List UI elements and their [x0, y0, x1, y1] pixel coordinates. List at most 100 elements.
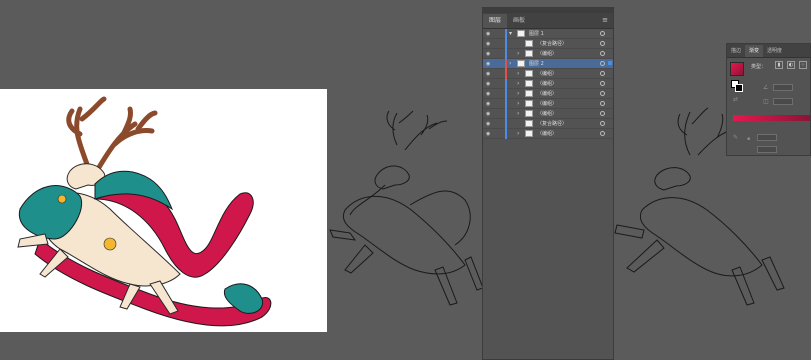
angle-icon: ∠	[763, 84, 769, 91]
layer-thumbnail	[517, 60, 525, 67]
visibility-eye-icon[interactable]: ◉	[486, 61, 490, 67]
layer-name[interactable]: 〈编组〉	[537, 71, 557, 77]
visibility-eye-icon[interactable]: ◉	[486, 121, 490, 127]
layer-row[interactable]: ◉ › 〈编组〉	[483, 69, 613, 79]
aspect-ratio-field[interactable]	[773, 98, 793, 105]
target-circle-icon[interactable]	[600, 91, 605, 96]
layer-color-bar	[505, 29, 507, 39]
outline-deer-middle[interactable]	[325, 105, 485, 335]
layer-name[interactable]: 〈编组〉	[537, 101, 557, 107]
layer-list: ◉ ▾ 图层 1 ◉ 〈复合路径〉 ◉ › 〈编组〉 ◉ › 图层 2 ◉ › 〈编组〉 ◉ › 〈编组〉 ◉ › 〈…	[483, 29, 613, 139]
tab-artboards[interactable]: 画板	[507, 14, 531, 28]
layer-thumbnail	[525, 90, 533, 97]
gradient-slider[interactable]	[733, 115, 810, 121]
layer-row[interactable]: ◉ › 〈编组〉	[483, 89, 613, 99]
target-circle-icon[interactable]	[600, 41, 605, 46]
target-circle-icon[interactable]	[600, 81, 605, 86]
layer-row[interactable]: ◉ › 〈编组〉	[483, 79, 613, 89]
target-circle-icon[interactable]	[600, 61, 605, 66]
gradient-type-label: 类型：	[751, 64, 767, 70]
gradient-panel[interactable]: 描边 渐变 透明度 类型： ▮ ◐ ⁘ ⇄ ∠ ◫ ✎ ▪	[726, 43, 811, 156]
layer-color-bar	[505, 39, 507, 49]
layers-panel[interactable]: 图层 画板 ≡ ◉ ▾ 图层 1 ◉ 〈复合路径〉 ◉ › 〈编组〉 ◉ › 图层 2 ◉ › 〈编组〉 ◉…	[482, 7, 614, 360]
visibility-eye-icon[interactable]: ◉	[486, 81, 490, 87]
radial-gradient-icon[interactable]: ◐	[787, 61, 795, 69]
layer-name[interactable]: 〈编组〉	[537, 51, 557, 57]
layer-thumbnail	[525, 100, 533, 107]
layer-name[interactable]: 图层 2	[529, 61, 544, 67]
layer-name[interactable]: 图层 1	[529, 31, 544, 37]
visibility-eye-icon[interactable]: ◉	[486, 91, 490, 97]
aspect-ratio-icon: ◫	[763, 98, 769, 105]
expand-chevron-icon[interactable]: ›	[517, 90, 519, 98]
target-circle-icon[interactable]	[600, 71, 605, 76]
target-circle-icon[interactable]	[600, 101, 605, 106]
layer-thumbnail	[525, 120, 533, 127]
visibility-eye-icon[interactable]: ◉	[486, 111, 490, 117]
expand-chevron-icon[interactable]: ›	[509, 60, 511, 68]
panel-menu-icon[interactable]: ≡	[602, 16, 608, 24]
opacity-label: ▪	[747, 136, 751, 142]
visibility-eye-icon[interactable]: ◉	[486, 31, 490, 37]
visibility-eye-icon[interactable]: ◉	[486, 131, 490, 137]
layer-color-bar	[505, 119, 507, 129]
tab-stroke[interactable]: 描边	[727, 45, 745, 57]
gradient-panel-tabs: 描边 渐变 透明度	[727, 44, 810, 58]
layer-color-bar	[505, 129, 507, 139]
target-circle-icon[interactable]	[600, 131, 605, 136]
visibility-eye-icon[interactable]: ◉	[486, 101, 490, 107]
tab-layers[interactable]: 图层	[483, 14, 508, 28]
layer-row[interactable]: ◉ › 〈编组〉	[483, 49, 613, 59]
target-circle-icon[interactable]	[600, 111, 605, 116]
layer-row[interactable]: ◉ 〈复合路径〉	[483, 39, 613, 49]
layer-row[interactable]: ◉ › 〈编组〉	[483, 109, 613, 119]
layer-row[interactable]: ◉ › 〈编组〉	[483, 129, 613, 139]
layer-row[interactable]: ◉ 〈复合路径〉	[483, 119, 613, 129]
angle-field[interactable]	[773, 84, 793, 91]
layer-name[interactable]: 〈复合路径〉	[537, 121, 567, 127]
visibility-eye-icon[interactable]: ◉	[486, 51, 490, 57]
location-field[interactable]	[757, 146, 777, 153]
expand-chevron-icon[interactable]: ›	[517, 70, 519, 78]
target-circle-icon[interactable]	[600, 51, 605, 56]
layer-name[interactable]: 〈编组〉	[537, 111, 557, 117]
expand-chevron-icon[interactable]: ›	[517, 100, 519, 108]
tab-transparency[interactable]: 透明度	[763, 45, 786, 57]
tab-gradient[interactable]: 渐变	[745, 45, 764, 57]
layer-name[interactable]: 〈编组〉	[537, 91, 557, 97]
layer-thumbnail	[525, 130, 533, 137]
opacity-field[interactable]	[757, 134, 777, 141]
reverse-gradient-icon[interactable]: ⇄	[733, 96, 738, 103]
expand-chevron-icon[interactable]: ›	[517, 50, 519, 58]
layer-row[interactable]: ◉ › 〈编组〉	[483, 99, 613, 109]
layer-color-bar	[505, 69, 507, 79]
expand-chevron-icon[interactable]: ▾	[509, 30, 512, 38]
layer-name[interactable]: 〈编组〉	[537, 81, 557, 87]
eyedropper-icon[interactable]: ✎	[733, 134, 738, 141]
fill-stroke-icon[interactable]	[731, 80, 743, 92]
layer-color-bar	[505, 49, 507, 59]
expand-chevron-icon[interactable]: ›	[517, 130, 519, 138]
gradient-swatch[interactable]	[730, 62, 744, 76]
layer-name[interactable]: 〈编组〉	[537, 131, 557, 137]
target-circle-icon[interactable]	[600, 121, 605, 126]
layer-row[interactable]: ◉ › 图层 2	[483, 59, 613, 69]
linear-gradient-icon[interactable]: ▮	[775, 61, 783, 69]
layer-color-bar	[505, 59, 507, 69]
expand-chevron-icon[interactable]: ›	[517, 110, 519, 118]
artboard[interactable]	[0, 89, 327, 332]
visibility-eye-icon[interactable]: ◉	[486, 41, 490, 47]
colored-deer-illustration[interactable]	[0, 89, 327, 332]
layer-row[interactable]: ◉ ▾ 图层 1	[483, 29, 613, 39]
selection-indicator-icon[interactable]	[608, 61, 612, 65]
layer-thumbnail	[525, 110, 533, 117]
layers-panel-tabs: 图层 画板 ≡	[483, 13, 613, 29]
target-circle-icon[interactable]	[600, 31, 605, 36]
visibility-eye-icon[interactable]: ◉	[486, 71, 490, 77]
layer-color-bar	[505, 99, 507, 109]
layer-name[interactable]: 〈复合路径〉	[537, 41, 567, 47]
layer-thumbnail	[517, 30, 525, 37]
freeform-gradient-icon[interactable]: ⁘	[799, 61, 807, 69]
layer-color-bar	[505, 79, 507, 89]
expand-chevron-icon[interactable]: ›	[517, 80, 519, 88]
